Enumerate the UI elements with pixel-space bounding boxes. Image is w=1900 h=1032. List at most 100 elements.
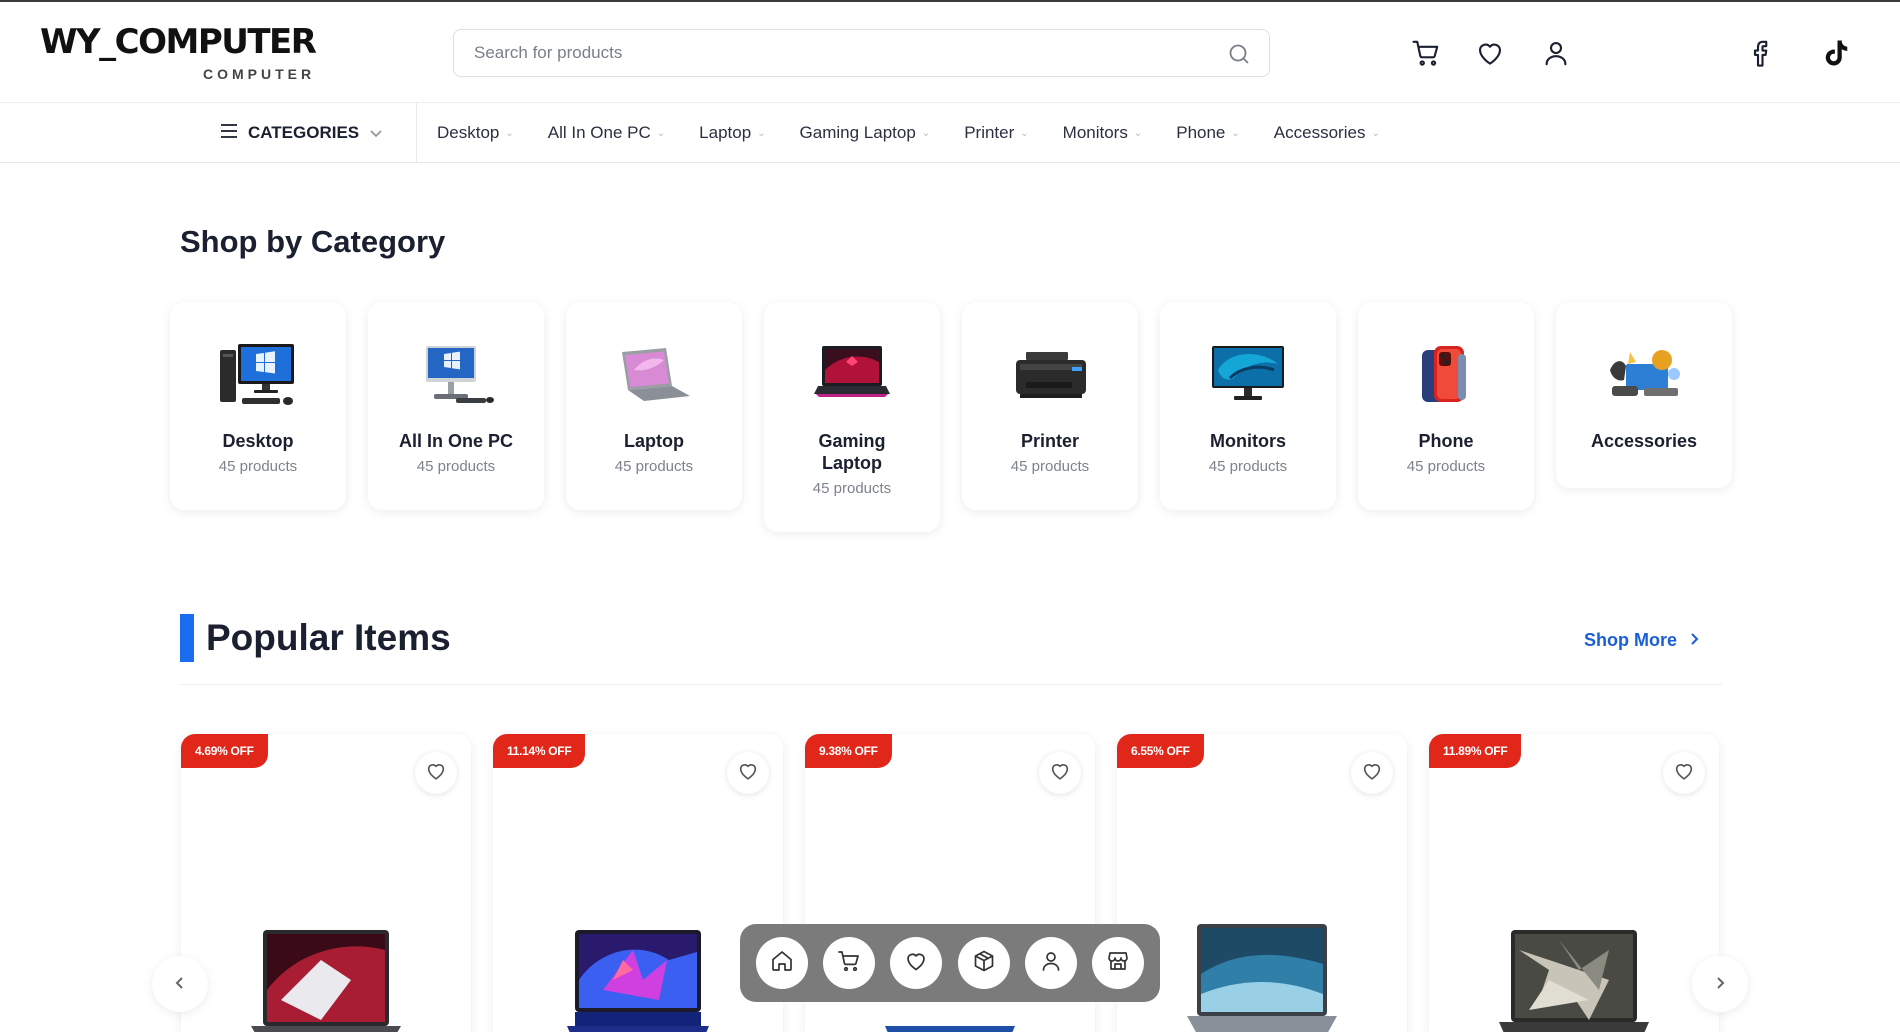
nav-items: Desktop ⌄ All In One PC ⌄ Laptop ⌄ Gaming L… <box>437 103 1414 163</box>
nav-item-label: All In One PC <box>547 123 651 142</box>
heart-icon <box>1673 760 1695 787</box>
cart-icon <box>837 949 861 978</box>
nav-item-desktop[interactable]: Desktop ⌄ <box>437 123 514 143</box>
logo-text: WY_COMPUTER <box>40 22 317 62</box>
wishlist-button[interactable] <box>727 752 769 794</box>
product-image <box>567 930 709 1032</box>
discount-badge: 6.55% OFF <box>1117 734 1204 768</box>
search-input[interactable] <box>474 30 1214 76</box>
nav-item-label: Monitors <box>1062 123 1128 142</box>
category-count: 45 products <box>1010 458 1090 475</box>
section-divider <box>180 684 1722 685</box>
user-icon[interactable] <box>1541 38 1571 68</box>
nav-divider <box>416 103 417 163</box>
product-card[interactable]: 6.55% OFF <box>1117 734 1407 1032</box>
accessories-image <box>1610 350 1680 396</box>
category-card-printer[interactable]: Printer 45 products <box>962 302 1138 510</box>
category-card-desktop[interactable]: Desktop 45 products <box>170 302 346 510</box>
menu-icon <box>220 123 238 144</box>
gaming-laptop-image <box>814 346 890 397</box>
nav-item-monitors[interactable]: Monitors ⌄ <box>1063 123 1143 143</box>
chevron-right-icon <box>1715 974 1725 995</box>
site-header: WY_COMPUTER COMPUTER <box>0 2 1900 102</box>
category-card-accessories[interactable]: Accessories <box>1556 302 1732 488</box>
store-icon <box>1106 949 1130 978</box>
category-card-all-in-one-pc[interactable]: All In One PC 45 products <box>368 302 544 510</box>
category-name: Accessories <box>1590 431 1698 451</box>
nav-item-gaming-laptop[interactable]: Gaming Laptop ⌄ <box>800 123 931 143</box>
nav-item-label: Printer <box>964 123 1015 142</box>
section-accent-bar <box>180 614 194 662</box>
chevron-down-icon: ⌄ <box>656 127 666 139</box>
heart-icon <box>737 760 759 787</box>
monitors-image <box>1212 346 1284 400</box>
search-bar <box>453 29 1270 77</box>
shop-more-label: Shop More <box>1584 630 1677 650</box>
product-image <box>251 930 401 1032</box>
heart-icon[interactable] <box>1475 38 1505 68</box>
nav-item-label: Accessories <box>1273 123 1366 142</box>
wishlist-button[interactable] <box>415 752 457 794</box>
nav-item-laptop[interactable]: Laptop ⌄ <box>699 123 765 143</box>
main-nav: CATEGORIES Desktop ⌄ All In One PC ⌄ Lapto… <box>0 102 1900 163</box>
desktop-image <box>220 344 294 405</box>
chevron-right-icon <box>1689 630 1699 651</box>
heart-icon <box>425 760 447 787</box>
home-icon <box>770 949 794 978</box>
printer-image <box>1016 352 1086 398</box>
nav-item-all-in-one-pc[interactable]: All In One PC ⌄ <box>548 123 665 143</box>
popular-items-title: Popular Items <box>206 617 451 658</box>
nav-item-printer[interactable]: Printer ⌄ <box>964 123 1028 143</box>
category-name: Phone <box>1418 431 1474 451</box>
tiktok-icon[interactable] <box>1821 38 1851 68</box>
categories-label: CATEGORIES <box>248 123 360 142</box>
product-card[interactable]: 11.89% OFF <box>1429 734 1719 1032</box>
category-count: 45 products <box>614 458 694 475</box>
category-count: 45 products <box>416 458 496 475</box>
chevron-left-icon <box>175 974 185 995</box>
category-count: 45 products <box>812 480 892 497</box>
category-card-laptop[interactable]: Laptop 45 products <box>566 302 742 510</box>
wishlist-button[interactable] <box>1351 752 1393 794</box>
categories-menu-button[interactable]: CATEGORIES <box>220 103 383 163</box>
facebook-icon[interactable] <box>1745 38 1775 68</box>
chevron-down-icon: ⌄ <box>921 127 931 139</box>
chevron-down-icon: ⌄ <box>505 127 514 139</box>
category-name: Desktop <box>222 431 294 451</box>
category-name: All In One PC <box>398 431 513 451</box>
chevron-down-icon: ⌄ <box>757 127 766 139</box>
nav-item-phone[interactable]: Phone ⌄ <box>1176 123 1240 143</box>
dock-wishlist-button[interactable] <box>890 937 943 989</box>
site-logo[interactable]: WY_COMPUTER COMPUTER <box>40 22 317 82</box>
category-card-phone[interactable]: Phone 45 products <box>1358 302 1534 510</box>
wishlist-button[interactable] <box>1663 752 1705 794</box>
heart-icon <box>904 949 928 978</box>
dock-products-button[interactable] <box>957 937 1010 989</box>
all-in-one-pc-image <box>426 346 494 403</box>
dock-home-button[interactable] <box>755 937 808 989</box>
user-icon <box>1039 949 1063 978</box>
heart-icon <box>1049 760 1071 787</box>
dock-cart-button[interactable] <box>822 937 875 989</box>
wishlist-button[interactable] <box>1039 752 1081 794</box>
product-image <box>1187 924 1337 1032</box>
dock-account-button[interactable] <box>1024 937 1077 989</box>
chevron-down-icon: ⌄ <box>1231 127 1240 139</box>
phone-image <box>1422 346 1466 402</box>
product-image <box>1499 930 1649 1032</box>
carousel-prev-button[interactable] <box>152 956 208 1012</box>
category-name: Monitors <box>1210 431 1286 451</box>
carousel-next-button[interactable] <box>1692 956 1748 1012</box>
category-card-monitors[interactable]: Monitors 45 products <box>1160 302 1336 510</box>
category-name: Gaming Laptop <box>818 431 886 473</box>
category-card-gaming-laptop[interactable]: Gaming Laptop 45 products <box>764 302 940 532</box>
shop-more-link[interactable]: Shop More <box>1584 630 1699 651</box>
cart-icon[interactable] <box>1411 38 1441 68</box>
discount-badge: 11.89% OFF <box>1429 734 1522 768</box>
product-card[interactable]: 4.69% OFF <box>181 734 471 1032</box>
category-name: Printer <box>1020 431 1080 451</box>
nav-item-accessories[interactable]: Accessories ⌄ <box>1274 123 1380 143</box>
search-icon[interactable] <box>1227 42 1251 66</box>
dock-store-button[interactable] <box>1092 937 1145 989</box>
nav-item-label: Desktop <box>437 123 500 142</box>
